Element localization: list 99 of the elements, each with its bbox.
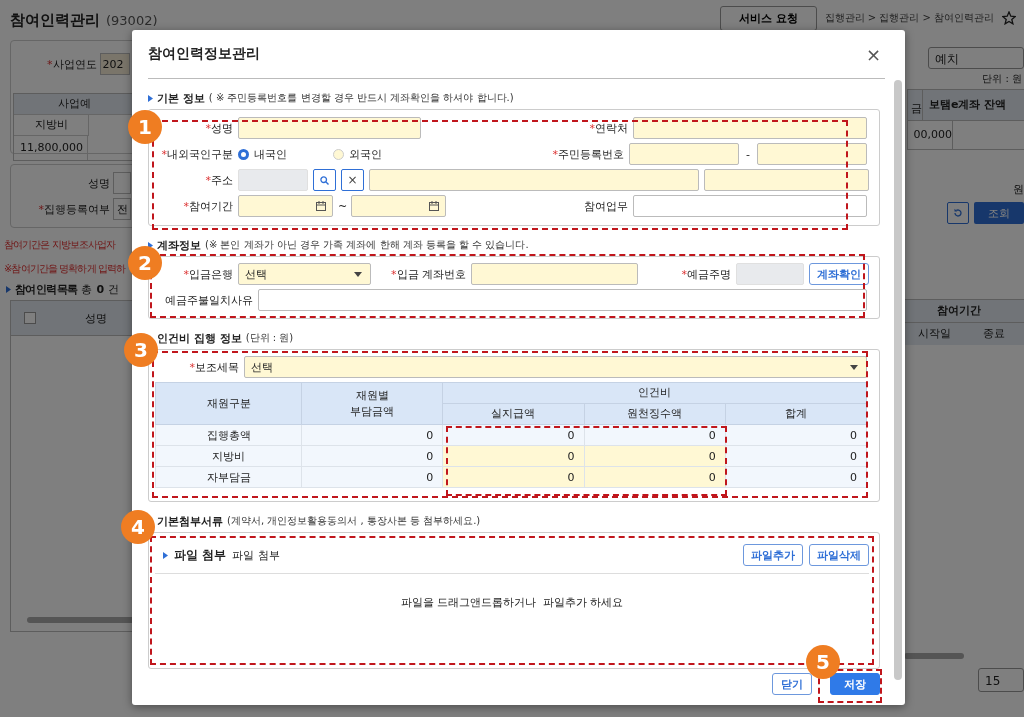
start-date-field[interactable] bbox=[238, 195, 333, 217]
caret-icon bbox=[354, 271, 362, 277]
end-date-field[interactable] bbox=[351, 195, 446, 217]
total-count: 0 bbox=[96, 282, 105, 296]
section-title: 기본 정보 bbox=[157, 90, 205, 106]
field-label: 성명 bbox=[88, 175, 110, 191]
save-button[interactable]: 저장 bbox=[830, 673, 880, 695]
page-title: 참여인력관리 bbox=[10, 10, 100, 29]
refresh-button[interactable] bbox=[947, 202, 969, 224]
duty-field[interactable] bbox=[633, 195, 867, 217]
year-field[interactable]: 202 bbox=[99, 53, 130, 75]
table-header: 보탬e계좌 잔액 bbox=[928, 97, 1008, 113]
resident-number-field[interactable] bbox=[629, 143, 739, 165]
field-label: *집행등록여부 bbox=[38, 201, 110, 217]
address-field[interactable] bbox=[369, 169, 699, 191]
name-field[interactable] bbox=[113, 172, 131, 194]
column-header: 종료 bbox=[982, 326, 1006, 342]
notice-text: 참여기간은 지방보조사업자 bbox=[4, 238, 117, 252]
dialog-title: 참여인력정보관리 bbox=[148, 45, 260, 63]
field-label: *주소 bbox=[204, 172, 233, 188]
field-label: *사업연도 bbox=[47, 56, 97, 72]
field-label: 참여업무 bbox=[583, 198, 628, 214]
contact-field[interactable] bbox=[633, 117, 867, 139]
search-button[interactable] bbox=[313, 169, 336, 191]
field-label: *주민등록번호 bbox=[551, 146, 624, 162]
service-request-button[interactable]: 서비스 요청 bbox=[719, 5, 817, 31]
row-header: 집행총액 bbox=[155, 424, 302, 446]
section-note: (※ 본인 계좌가 아닌 경우 가족 계좌에 한해 계좌 등록을 할 수 있습니다. bbox=[205, 238, 529, 252]
subsidy-item-select[interactable]: 선택 bbox=[244, 356, 867, 378]
section-note: (단위 : 원) bbox=[245, 331, 294, 345]
column-header: 재원별 부담금액 bbox=[301, 382, 443, 425]
calendar-icon bbox=[429, 201, 439, 211]
column-header: 시작일 bbox=[916, 326, 952, 342]
table-cell: 11,800,000 bbox=[14, 136, 88, 160]
file-button[interactable]: 파일삭제 bbox=[809, 544, 869, 566]
postcode-field[interactable] bbox=[238, 169, 308, 191]
field-label: *입금 계좌번호 bbox=[390, 266, 466, 282]
mismatch-reason-field[interactable] bbox=[258, 289, 867, 311]
separator: ~ bbox=[338, 199, 346, 213]
column-header: 재원구분 bbox=[155, 382, 302, 425]
clear-button[interactable]: × bbox=[341, 169, 364, 191]
section-note: (계약서, 개인정보활용동의서 , 통장사본 등 첨부하세요.) bbox=[227, 514, 481, 528]
address-detail-field[interactable] bbox=[704, 169, 869, 191]
scrollbar[interactable] bbox=[894, 80, 902, 680]
row-header: 지방비 bbox=[155, 445, 302, 467]
drop-hint: 파일을 드래그앤드롭하거나 파일추가 하세요 bbox=[400, 595, 624, 610]
account-holder-field[interactable] bbox=[736, 263, 804, 285]
scrollbar[interactable] bbox=[904, 653, 964, 659]
bullet-icon bbox=[148, 94, 153, 102]
radio-option[interactable]: 내국인 bbox=[238, 146, 328, 162]
bullet-icon bbox=[6, 285, 11, 293]
checkbox[interactable] bbox=[24, 312, 36, 324]
close-button[interactable]: 닫기 bbox=[772, 673, 812, 695]
field-label: *성명 bbox=[204, 120, 233, 136]
refresh-icon bbox=[953, 208, 963, 218]
calendar-icon bbox=[316, 201, 326, 211]
field-label: *참여기간 bbox=[182, 198, 233, 214]
name-field[interactable] bbox=[238, 117, 421, 139]
notice-text: ※참여기간을 명확하게 입력하 bbox=[4, 262, 127, 276]
table-header: 금 bbox=[908, 90, 923, 120]
section-title: 인건비 집행 정보 bbox=[157, 330, 242, 346]
field-label: *연락처 bbox=[588, 120, 628, 136]
row-header: 자부담금 bbox=[155, 466, 302, 488]
unit-note: 단위 : 원 bbox=[982, 72, 1023, 86]
field-label: 예금주불일치사유 bbox=[164, 292, 253, 308]
close-button[interactable]: × bbox=[861, 43, 885, 65]
list-title: 참여인력목록 bbox=[15, 281, 78, 297]
breadcrumb: 집행관리 > 집행관리 > 참여인력관리 bbox=[824, 11, 994, 25]
field-label: *입금은행 bbox=[182, 266, 233, 282]
search-icon bbox=[320, 175, 329, 185]
column-header: 인건비 bbox=[442, 382, 867, 404]
file-button[interactable]: 파일추가 bbox=[743, 544, 803, 566]
radio-option[interactable]: 외국인 bbox=[333, 146, 423, 162]
table-cell: 00,000 bbox=[908, 121, 953, 149]
deposit-select[interactable]: 예치 bbox=[928, 47, 1024, 69]
bank-select[interactable]: 선택 bbox=[238, 263, 371, 285]
table-header: 사업예 bbox=[14, 94, 134, 115]
section-title: 기본첨부서류 bbox=[157, 513, 223, 529]
separator: - bbox=[745, 147, 751, 161]
page-size-select[interactable]: 15 bbox=[978, 668, 1024, 692]
panel-subtitle: 파일 첨부 bbox=[232, 547, 280, 563]
field-label: *예금주명 bbox=[680, 266, 731, 282]
account-number-field[interactable] bbox=[471, 263, 638, 285]
total-label: 총 bbox=[81, 281, 93, 297]
page-code: (93002) bbox=[106, 12, 158, 28]
panel-title: 파일 첨부 bbox=[174, 547, 226, 563]
field-label: *내외국인구분 bbox=[160, 146, 233, 162]
count-unit: 건 bbox=[108, 281, 120, 297]
star-icon[interactable] bbox=[1002, 11, 1016, 25]
resident-number-field[interactable] bbox=[757, 143, 867, 165]
column-header: 성명 bbox=[84, 310, 108, 326]
field-label: *보조세목 bbox=[188, 359, 239, 375]
status-select[interactable]: 전 bbox=[113, 198, 131, 220]
bullet-icon bbox=[163, 551, 168, 559]
table-header: 지방비 bbox=[14, 115, 89, 136]
caret-icon bbox=[850, 364, 858, 370]
verify-account-button[interactable]: 계좌확인 bbox=[809, 263, 869, 285]
section-note: ( ※ 주민등록번호를 변경할 경우 반드시 계좌확인을 하셔야 합니다.) bbox=[208, 91, 514, 105]
field-label: 원 bbox=[1013, 182, 1024, 196]
